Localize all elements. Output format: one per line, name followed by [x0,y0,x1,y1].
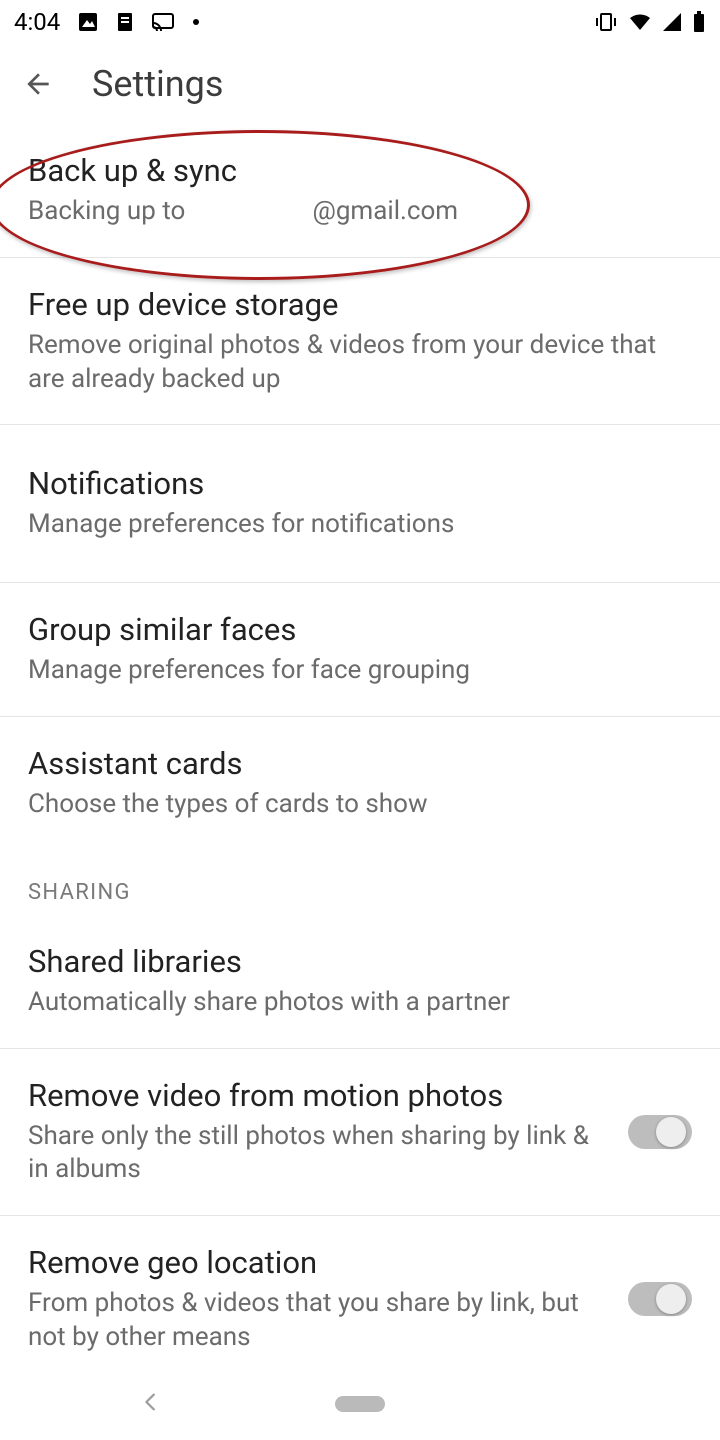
back-button[interactable] [16,62,60,106]
item-sub: Manage preferences for notifications [28,508,692,542]
toggle-remove-video[interactable] [628,1115,692,1149]
item-sub: From photos & videos that you share by l… [28,1287,604,1355]
page-title: Settings [92,63,223,105]
item-backup-sync[interactable]: Back up & sync Backing up to ⠀⠀⠀⠀⠀⠀ @gma… [0,124,720,258]
nav-bar [0,1368,720,1440]
item-notifications[interactable]: Notifications Manage preferences for not… [0,425,720,583]
item-remove-video[interactable]: Remove video from motion photos Share on… [0,1049,720,1217]
item-title: Notifications [28,465,692,502]
wifi-icon [628,12,652,32]
settings-list: Back up & sync Backing up to ⠀⠀⠀⠀⠀⠀ @gma… [0,124,720,1383]
status-time: 4:04 [14,8,60,36]
vibrate-icon [594,12,618,32]
item-title: Remove video from motion photos [28,1077,604,1114]
item-title: Free up device storage [28,286,692,323]
battery-icon [692,11,706,33]
app-bar: Settings [0,44,720,124]
item-title: Assistant cards [28,745,692,782]
item-assistant-cards[interactable]: Assistant cards Choose the types of card… [0,717,720,850]
item-free-storage[interactable]: Free up device storage Remove original p… [0,258,720,426]
toggle-remove-geo[interactable] [628,1282,692,1316]
signal-icon [662,12,682,32]
item-title: Back up & sync [28,152,692,189]
item-title: Remove geo location [28,1244,604,1281]
item-remove-geo[interactable]: Remove geo location From photos & videos… [0,1216,720,1383]
item-sub: Automatically share photos with a partne… [28,986,692,1020]
item-sub: Choose the types of cards to show [28,788,692,822]
status-bar: 4:04 [0,0,720,44]
doc-icon [116,12,134,32]
item-group-faces[interactable]: Group similar faces Manage preferences f… [0,583,720,717]
item-sub: Manage preferences for face grouping [28,654,692,688]
item-shared-libraries[interactable]: Shared libraries Automatically share pho… [0,915,720,1049]
item-sub: Backing up to ⠀⠀⠀⠀⠀⠀ @gmail.com [28,195,692,229]
item-title: Group similar faces [28,611,692,648]
section-sharing: SHARING [0,850,720,915]
gallery-icon [78,12,98,32]
dot-icon [192,18,200,26]
item-sub: Remove original photos & videos from you… [28,329,692,397]
nav-back-button[interactable] [140,1391,162,1417]
cast-icon [152,13,174,31]
item-sub: Share only the still photos when sharing… [28,1120,604,1188]
item-title: Shared libraries [28,943,692,980]
nav-home-pill[interactable] [335,1396,385,1412]
